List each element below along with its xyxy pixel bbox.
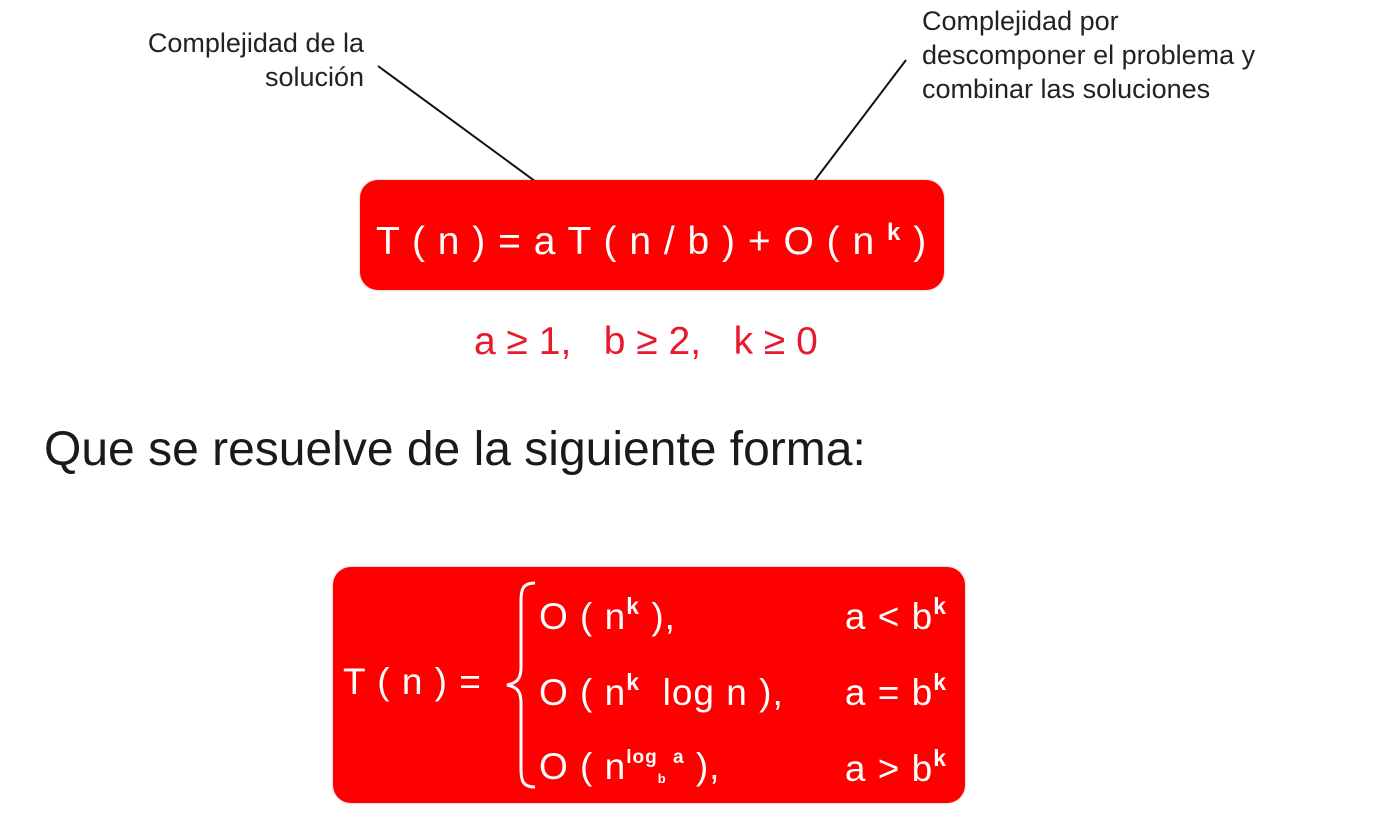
recurrence-close: ) (901, 220, 928, 263)
case-3-cond-sup: k (933, 745, 947, 771)
left-brace-icon (506, 581, 536, 789)
case-3-expr-base: b (657, 771, 667, 786)
case-1-expression: O ( nk ), (539, 581, 676, 642)
recurrence-main: T ( n ) = a T ( n / b ) + O ( n (376, 220, 888, 263)
case-2-cond-pre: a = b (844, 672, 934, 713)
case-2-cond-sup: k (933, 669, 947, 695)
case-3-expr-log: log (626, 747, 658, 768)
recurrence-formula: T ( n ) = a T ( n / b ) + O ( n k ) (376, 208, 927, 267)
solution-box: T ( n ) = O ( nk ), a < bk O ( nk log n … (333, 567, 965, 803)
recurrence-box: T ( n ) = a T ( n / b ) + O ( n k ) (360, 180, 944, 290)
case-3-expression: O ( nlog b a ), (539, 733, 720, 804)
recurrence-constraints: a ≥ 1, b ≥ 2, k ≥ 0 (474, 320, 818, 363)
case-1-condition: a < bk (845, 581, 947, 642)
case-1-cond-pre: a < b (844, 596, 934, 637)
arrow-left (377, 65, 560, 200)
case-1-expr-post: ), (640, 596, 676, 637)
case-1-cond-sup: k (933, 593, 947, 619)
case-2-condition: a = bk (845, 657, 947, 718)
case-1-expr-sup: k (626, 593, 641, 619)
case-2-expr-post: log n ), (640, 672, 784, 713)
case-2-expr-pre: O ( n (539, 672, 627, 713)
case-3-expr-post: ), (684, 746, 721, 787)
intro-text: Que se resuelve de la siguiente forma: (44, 423, 866, 476)
case-3-condition: a > bk (845, 733, 947, 794)
recurrence-exponent: k (887, 219, 902, 246)
case-3-expr-arg: a (666, 747, 685, 768)
case-3-expr-pre: O ( n (539, 746, 627, 787)
case-1-expr-pre: O ( n (539, 596, 627, 637)
arrow-right (798, 59, 907, 202)
case-2-expr-sup: k (626, 669, 641, 695)
case-3-cond-pre: a > b (844, 748, 934, 789)
solution-lhs: T ( n ) = (343, 661, 482, 702)
case-2-expression: O ( nk log n ), (539, 657, 784, 718)
